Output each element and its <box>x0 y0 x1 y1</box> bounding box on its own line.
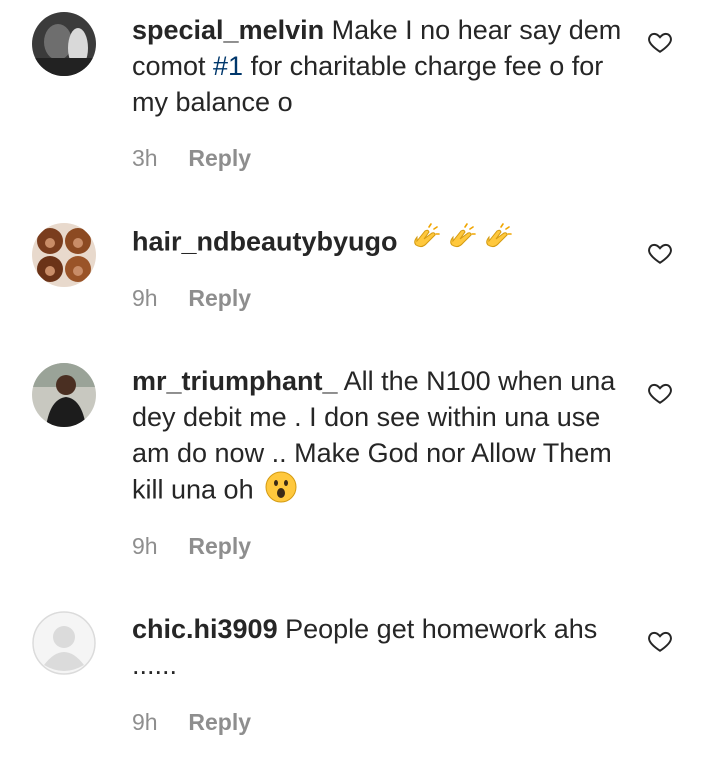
avatar[interactable] <box>32 363 96 427</box>
like-heart-icon[interactable] <box>647 29 673 55</box>
timestamp: 3h <box>132 145 158 171</box>
username-link[interactable]: chic.hi3909 <box>132 614 278 644</box>
clapping-hands-icon <box>445 223 477 264</box>
reply-button[interactable]: Reply <box>188 285 251 311</box>
comment-text: mr_triumphant_ All the N100 when una dey… <box>132 363 622 512</box>
reply-button[interactable]: Reply <box>188 145 251 171</box>
comment-meta: 9h Reply <box>132 533 251 560</box>
like-heart-icon[interactable] <box>647 240 673 266</box>
username-link[interactable]: special_melvin <box>132 15 324 45</box>
comment-text: special_melvin Make I no hear say dem co… <box>132 12 622 120</box>
like-heart-icon[interactable] <box>647 628 673 654</box>
comment-text: hair_ndbeautybyugo <box>132 223 622 264</box>
avatar[interactable] <box>32 223 96 287</box>
clapping-hands-icon <box>409 223 441 264</box>
timestamp: 9h <box>132 533 158 559</box>
comment-meta: 3h Reply <box>132 145 251 172</box>
comment-meta: 9h Reply <box>132 709 251 736</box>
reply-button[interactable]: Reply <box>188 709 251 735</box>
comment-meta: 9h Reply <box>132 285 251 312</box>
astonished-face-icon <box>265 471 297 512</box>
reply-button[interactable]: Reply <box>188 533 251 559</box>
comment-text: chic.hi3909 People get homework ahs ....… <box>132 611 622 683</box>
timestamp: 9h <box>132 709 158 735</box>
default-avatar-icon[interactable] <box>32 611 96 675</box>
hashtag-link[interactable]: #1 <box>213 51 243 81</box>
clapping-hands-icon <box>481 223 513 264</box>
avatar[interactable] <box>32 12 96 76</box>
username-link[interactable]: hair_ndbeautybyugo <box>132 227 398 257</box>
like-heart-icon[interactable] <box>647 380 673 406</box>
username-link[interactable]: mr_triumphant_ <box>132 366 338 396</box>
timestamp: 9h <box>132 285 158 311</box>
